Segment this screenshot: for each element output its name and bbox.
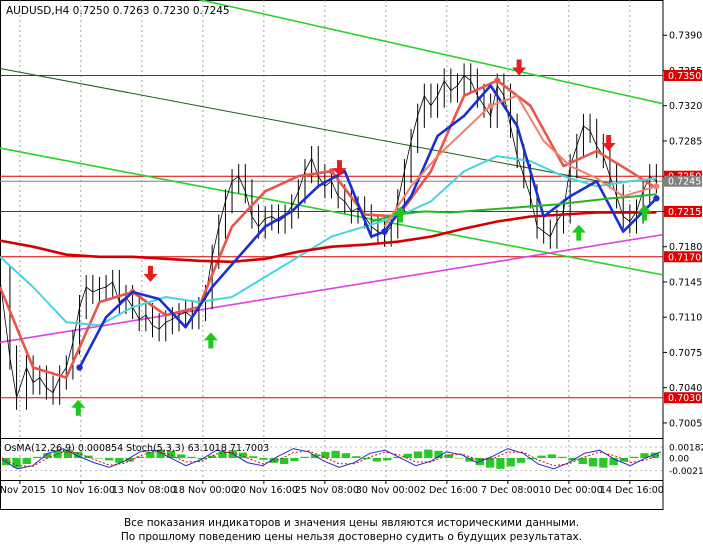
level-label-text: 0.7030 — [668, 393, 701, 404]
time-tick-label: 18 Nov 00:00 — [173, 485, 237, 496]
time-tick-label: Nov 2015 — [0, 485, 46, 496]
osma-bar — [588, 458, 598, 467]
swing-point — [381, 228, 388, 235]
osma-bar — [578, 458, 587, 464]
swing-point — [487, 102, 494, 109]
time-tick-label: 10 Dec 00:00 — [539, 485, 603, 496]
time-tick-label: 13 Nov 08:00 — [112, 485, 176, 496]
level-label-text: 0.7350 — [668, 71, 701, 82]
price-tick-label: 0.7110 — [669, 313, 702, 324]
osma-bar — [372, 458, 381, 462]
indicator-label: OsMA(12,26,9) 0.000854 Stoch(5,3,3) 63.1… — [4, 443, 269, 454]
chart-title: AUDUSD,H4 0.7250 0.7263 0.7230 0.7245 — [6, 5, 230, 17]
osma-bar — [547, 454, 557, 458]
osma-bar — [177, 454, 186, 458]
osma-bar — [506, 458, 515, 467]
level-label-text: 0.7245 — [668, 177, 701, 188]
price-tick-label: 0.7390 — [669, 31, 702, 42]
disclaimer-line-1: Все показания индикаторов и значения цен… — [123, 517, 580, 529]
chart-stage: 0.73900.73550.73200.72850.72500.72150.71… — [0, 0, 703, 552]
indicator-tick-label: 0.00 — [669, 455, 689, 465]
price-tick-label: 0.7145 — [669, 277, 702, 288]
time-tick-label: 14 Dec 16:00 — [600, 485, 664, 496]
price-tick-label: 0.7320 — [669, 101, 702, 112]
time-tick-label: 2 Dec 16:00 — [420, 485, 478, 496]
time-tick-label: 20 Nov 16:00 — [234, 485, 298, 496]
osma-bar — [537, 455, 546, 458]
osma-bar — [455, 458, 464, 459]
osma-bar — [558, 456, 567, 458]
osma-bar — [413, 451, 423, 458]
time-tick-label: 7 Dec 08:00 — [481, 485, 539, 496]
osma-bar — [104, 458, 114, 461]
osma-bar — [94, 458, 103, 459]
price-tick-label: 0.7005 — [669, 418, 702, 429]
swing-point — [494, 77, 501, 84]
price-chart: 0.73900.73550.73200.72850.72500.72150.71… — [0, 0, 703, 510]
disclaimer-line-2: По прошлому поведению цены нельзя достов… — [120, 531, 583, 543]
osma-bar — [341, 453, 351, 458]
osma-bar — [424, 449, 433, 458]
osma-bar — [290, 458, 299, 461]
osma-bar — [352, 456, 361, 458]
price-tick-label: 0.7075 — [669, 348, 702, 359]
osma-bar — [259, 458, 268, 460]
level-label-text: 0.7170 — [668, 252, 701, 263]
swing-point — [653, 183, 660, 190]
osma-bar — [630, 456, 639, 458]
time-tick-label: 25 Nov 08:00 — [295, 485, 359, 496]
swing-point — [653, 195, 660, 202]
osma-bar — [249, 456, 258, 458]
price-tick-label: 0.7285 — [669, 136, 702, 147]
indicator-tick-label: -0.00212 — [669, 467, 703, 477]
osma-bar — [516, 458, 526, 463]
time-tick-label: 10 Nov 16:00 — [51, 485, 115, 496]
osma-bar — [362, 458, 371, 460]
osma-bar — [403, 453, 412, 458]
osma-bar — [321, 452, 330, 458]
level-label-text: 0.7215 — [668, 207, 701, 218]
osma-bar — [187, 456, 196, 458]
osma-bar — [599, 458, 608, 468]
osma-bar — [32, 456, 42, 458]
indicator-tick-label: 0.00182 — [669, 444, 703, 454]
osma-bar — [331, 450, 340, 458]
osma-bar — [382, 458, 392, 461]
osma-bar — [22, 458, 31, 464]
swing-point — [76, 364, 83, 371]
osma-bar — [300, 456, 309, 458]
time-tick-label: 30 Nov 00:00 — [356, 485, 420, 496]
osma-bar — [496, 458, 505, 469]
